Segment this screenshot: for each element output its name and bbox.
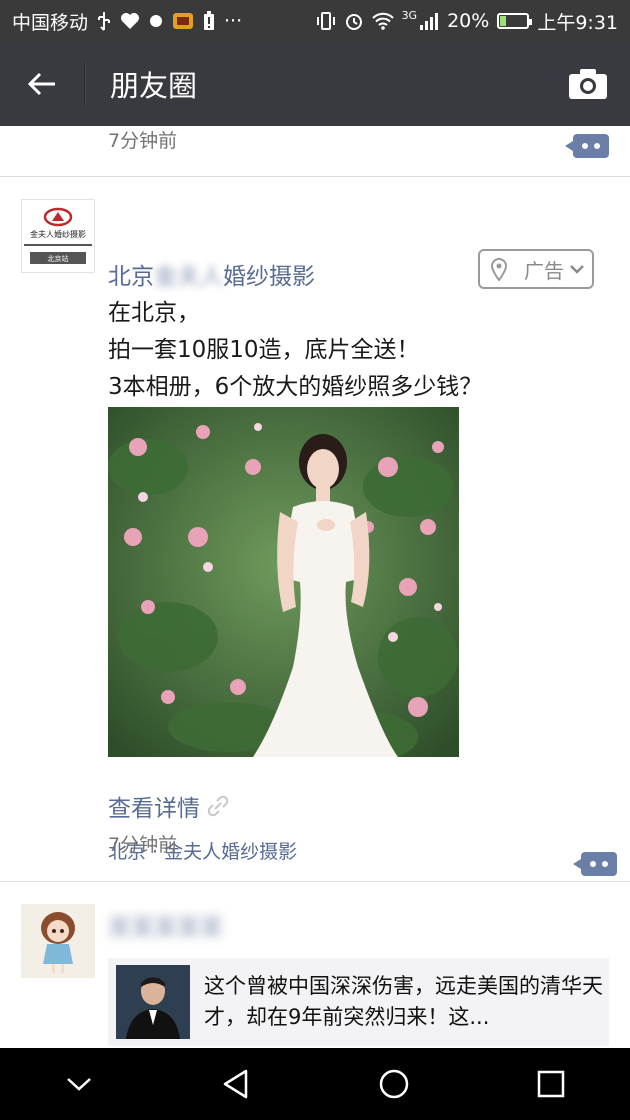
battery-percent: 20% — [447, 10, 490, 32]
wedding-photo[interactable] — [108, 407, 459, 757]
home-nav-button[interactable] — [354, 1048, 434, 1120]
previous-post: 7分钟前 — [0, 126, 630, 177]
name-start: 北京 — [108, 264, 154, 290]
back-button[interactable] — [0, 42, 84, 126]
hide-nav-button[interactable] — [39, 1048, 119, 1120]
name-blurred: 金夫人 — [154, 264, 223, 290]
circle-home-icon — [379, 1069, 408, 1099]
post-text-line: 拍一套10服10造，底片全送！ — [108, 337, 420, 363]
brand-logo: 金夫人婚纱摄影 北京站 — [24, 207, 92, 264]
alarm-icon — [344, 11, 364, 31]
view-details-link[interactable]: 查看详情 — [108, 789, 232, 823]
view-details-label: 查看详情 — [108, 796, 200, 822]
camera-button[interactable] — [546, 42, 630, 126]
triangle-back-icon — [224, 1069, 248, 1099]
post-text-line: 3本相册，6个放大的婚纱照多少钱？ — [108, 374, 483, 400]
page-title: 朋友圈 — [110, 69, 198, 103]
location-pin-icon — [490, 258, 508, 281]
dot-icon — [149, 14, 163, 28]
title-bar: 朋友圈 — [0, 42, 630, 126]
moments-feed[interactable]: 7分钟前 金夫人婚纱摄影 北京站 北京金夫人婚纱摄影 广告 在北京， 拍一套10… — [0, 126, 630, 1048]
signal-icon — [419, 12, 439, 30]
heart-monitor-icon — [120, 12, 140, 30]
svg-text:北京站: 北京站 — [48, 254, 69, 263]
article-thumbnail — [116, 965, 190, 1039]
friend-post: 某某某某某 这个曾被中国深深伤害，远走美国的清华天才，却在9年前突然归来！这..… — [0, 882, 630, 1048]
shared-article-card[interactable]: 这个曾被中国深深伤害，远走美国的清华天才，却在9年前突然归来！这... — [108, 958, 609, 1046]
back-arrow-icon — [27, 72, 55, 96]
vibrate-icon — [316, 11, 336, 31]
usb-icon — [97, 11, 111, 31]
post-text: 在北京， 拍一套10服10造，底片全送！ 3本相册，6个放大的婚纱照多少钱？ — [108, 295, 482, 406]
camera-icon — [569, 69, 607, 99]
avatar[interactable] — [21, 904, 95, 978]
wifi-icon — [371, 12, 394, 30]
clock: 上午9:31 — [537, 11, 618, 34]
chevron-down-icon — [570, 265, 584, 274]
ad-badge[interactable]: 广告 — [478, 249, 594, 289]
svg-text:金夫人婚纱摄影: 金夫人婚纱摄影 — [30, 229, 86, 239]
recents-nav-button[interactable] — [511, 1048, 591, 1120]
ad-post: 金夫人婚纱摄影 北京站 北京金夫人婚纱摄影 广告 在北京， 拍一套10服10造，… — [0, 177, 630, 882]
more-notifications: ··· — [224, 10, 243, 32]
friend-name[interactable]: 某某某某某 — [108, 908, 223, 942]
comment-button[interactable] — [573, 852, 617, 876]
article-title: 这个曾被中国深深伤害，远走美国的清华天才，却在9年前突然归来！这... — [204, 974, 603, 1029]
post-time: 7分钟前 — [108, 834, 178, 856]
square-recents-icon — [538, 1070, 565, 1098]
advertiser-name[interactable]: 北京金夫人婚纱摄影 — [108, 257, 315, 291]
avatar[interactable]: 金夫人婚纱摄影 北京站 — [21, 199, 95, 273]
network-type: 3G — [401, 8, 418, 22]
comment-button[interactable] — [565, 134, 609, 158]
name-end: 婚纱摄影 — [223, 264, 315, 290]
post-text-line: 在北京， — [108, 300, 200, 326]
system-nav-bar — [0, 1048, 630, 1120]
chevron-down-icon — [66, 1078, 91, 1091]
status-bar: 中国移动 ··· 3G 20% 上午9:31 — [0, 0, 630, 42]
carrier-label: 中国移动 — [12, 11, 89, 34]
ad-label: 广告 — [524, 258, 564, 283]
post-time: 7分钟前 — [108, 130, 178, 152]
link-icon — [207, 795, 229, 817]
back-nav-button[interactable] — [196, 1048, 276, 1120]
title-divider — [84, 62, 86, 106]
battery-icon — [497, 13, 533, 29]
battery-alert-icon — [203, 11, 215, 31]
app-notification-icon — [172, 11, 194, 31]
friend-name-blurred: 某某某某某 — [108, 915, 223, 941]
